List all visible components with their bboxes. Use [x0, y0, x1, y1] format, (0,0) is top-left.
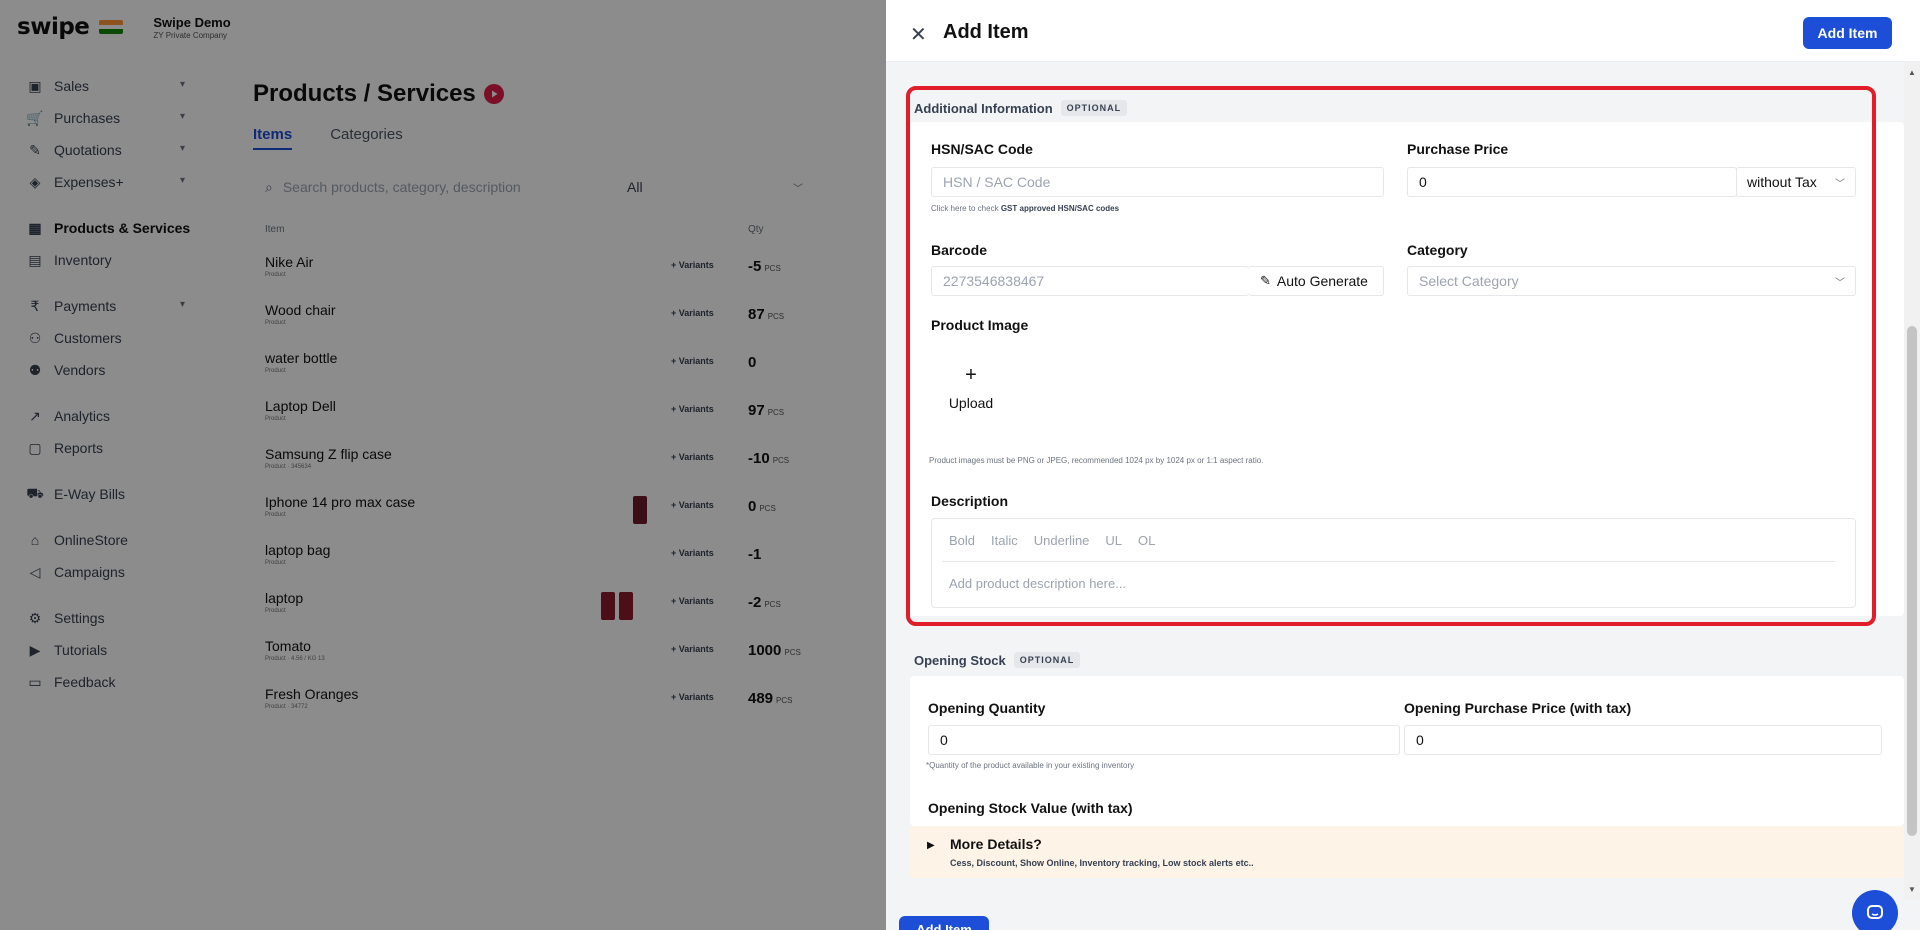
barcode-label: Barcode: [931, 242, 988, 258]
barcode-input[interactable]: 2273546838467: [931, 266, 1249, 296]
drawer-header: ✕ Add Item Add Item: [886, 0, 1920, 62]
drawer-title: Add Item: [943, 21, 1029, 43]
optional-badge: OPTIONAL: [1060, 100, 1128, 116]
close-icon[interactable]: ✕: [910, 22, 927, 47]
description-label: Description: [931, 493, 1009, 509]
more-details-toggle[interactable]: ▶ More Details? Cess, Discount, Show Onl…: [910, 826, 1904, 878]
upload-button[interactable]: + Upload: [936, 365, 1006, 411]
chat-support-button[interactable]: [1852, 890, 1898, 930]
drawer-scrollbar[interactable]: ▲ ▼: [1904, 62, 1920, 900]
description-editor: Bold Italic Underline UL OL Add product …: [931, 518, 1856, 608]
bottom-add-item-button[interactable]: Add Item: [899, 916, 989, 930]
scroll-up-icon[interactable]: ▲: [1908, 68, 1916, 77]
chat-bubble-icon: [1867, 905, 1883, 919]
category-select[interactable]: Select Category ﹀: [1407, 266, 1856, 296]
purchase-price-input[interactable]: 0: [1407, 167, 1737, 197]
optional-badge: OPTIONAL: [1013, 652, 1081, 668]
opening-quantity-input[interactable]: 0: [928, 725, 1400, 755]
additional-info-heading: Additional Information OPTIONAL: [914, 100, 1128, 116]
purchase-price-label: Purchase Price: [1407, 141, 1509, 157]
tax-select[interactable]: without Tax ﹀: [1736, 167, 1856, 197]
editor-toolbar: Bold Italic Underline UL OL: [949, 533, 1155, 548]
modal-overlay[interactable]: [0, 0, 886, 930]
image-hint: Product images must be PNG or JPEG, reco…: [929, 456, 1264, 465]
opening-price-input[interactable]: 0: [1404, 725, 1882, 755]
ul-button[interactable]: UL: [1105, 533, 1122, 548]
caret-right-icon: ▶: [927, 840, 935, 851]
opening-stock-card: Opening Quantity 0 *Quantity of the prod…: [910, 676, 1904, 826]
opening-stock-value-label: Opening Stock Value (with tax): [928, 800, 1133, 816]
category-label: Category: [1407, 242, 1468, 258]
additional-info-card: HSN/SAC Code HSN / SAC Code Click here t…: [910, 122, 1904, 616]
add-item-drawer: ✕ Add Item Add Item Additional Informati…: [886, 0, 1920, 930]
italic-button[interactable]: Italic: [991, 533, 1018, 548]
hsn-input[interactable]: HSN / SAC Code: [931, 167, 1384, 197]
plus-icon: +: [965, 364, 977, 386]
opening-quantity-label: Opening Quantity: [928, 700, 1046, 716]
bold-button[interactable]: Bold: [949, 533, 975, 548]
opening-stock-heading: Opening Stock OPTIONAL: [914, 652, 1081, 668]
scroll-down-icon[interactable]: ▼: [1908, 885, 1916, 894]
scroll-thumb[interactable]: [1907, 326, 1917, 836]
hsn-hint[interactable]: Click here to check GST approved HSN/SAC…: [931, 204, 1119, 213]
opening-quantity-hint: *Quantity of the product available in yo…: [926, 761, 1135, 770]
product-image-label: Product Image: [931, 317, 1029, 333]
add-item-button[interactable]: Add Item: [1803, 17, 1892, 49]
magic-wand-icon: ✎: [1260, 273, 1271, 288]
underline-button[interactable]: Underline: [1034, 533, 1090, 548]
editor-divider: [942, 561, 1835, 562]
auto-generate-button[interactable]: ✎ Auto Generate: [1248, 266, 1384, 296]
ol-button[interactable]: OL: [1138, 533, 1155, 548]
chevron-down-icon: ﹀: [1835, 178, 1845, 190]
opening-price-label: Opening Purchase Price (with tax): [1404, 700, 1632, 716]
chevron-down-icon: ﹀: [1835, 277, 1845, 289]
description-input[interactable]: Add product description here...: [949, 576, 1126, 591]
hsn-label: HSN/SAC Code: [931, 141, 1033, 157]
